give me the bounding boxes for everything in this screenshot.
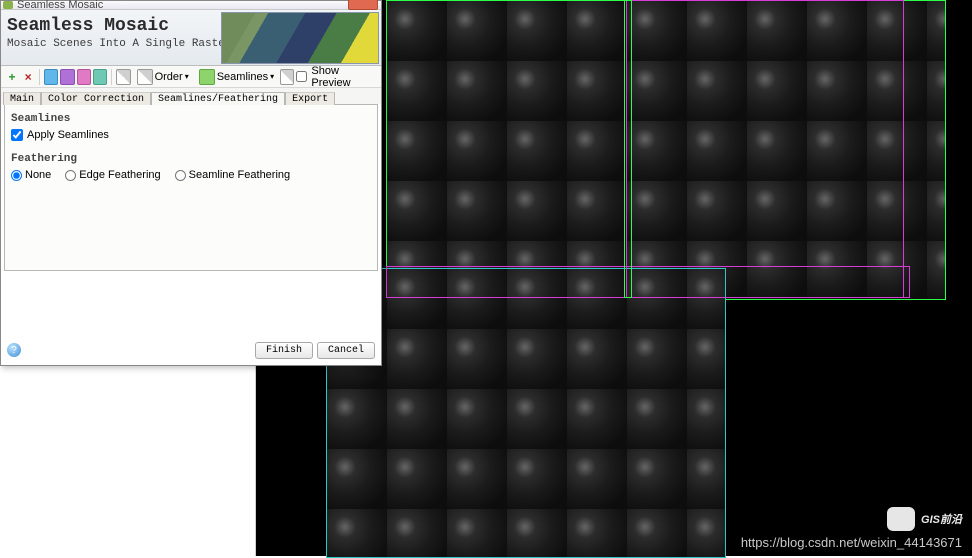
help-icon[interactable]: ? (7, 343, 21, 357)
radio-seamline-row[interactable]: Seamline Feathering (175, 169, 291, 181)
tab-bar: Main Color Correction Seamlines/Featheri… (1, 88, 381, 104)
seamlines-label: Seamlines (217, 71, 268, 83)
seamless-mosaic-dialog: Seamless Mosaic Seamless Mosaic Mosaic S… (0, 0, 382, 366)
seamlines-group-label: Seamlines (11, 113, 371, 125)
toolbar: + × Order ▾ Seamlines ▾ Show Preview (1, 66, 381, 88)
cancel-button[interactable]: Cancel (317, 342, 375, 359)
tab-main[interactable]: Main (3, 92, 41, 105)
left-blank-panel (0, 366, 256, 556)
radio-seamline[interactable] (175, 170, 186, 181)
chevron-down-icon: ▾ (270, 72, 274, 81)
app-icon (3, 1, 13, 9)
apply-seamlines-label: Apply Seamlines (27, 129, 109, 141)
seamlines-dropdown[interactable]: Seamlines ▾ (195, 69, 278, 85)
scene-1 (386, 0, 946, 300)
feathering-radio-group: None Edge Feathering Seamline Feathering (11, 169, 371, 181)
tab-seamlines-feathering[interactable]: Seamlines/Feathering (151, 92, 285, 105)
seamlines-icon (199, 69, 215, 85)
toolbar-separator (111, 69, 112, 85)
select-inverse-icon[interactable] (60, 69, 74, 85)
radio-none[interactable] (11, 170, 22, 181)
wechat-icon (887, 507, 915, 531)
misc-tool-icon[interactable] (280, 69, 294, 85)
radio-edge-row[interactable]: Edge Feathering (65, 169, 160, 181)
dialog-footer: ? Finish Cancel (1, 339, 381, 361)
select-intersect-icon[interactable] (93, 69, 107, 85)
radio-edge-label: Edge Feathering (79, 169, 160, 181)
apply-seamlines-row[interactable]: Apply Seamlines (11, 129, 371, 141)
watermark: GIS前沿 https://blog.csdn.net/weixin_44143… (741, 507, 962, 550)
feathering-group-label: Feathering (11, 153, 371, 165)
select-union-icon[interactable] (77, 69, 91, 85)
watermark-url: https://blog.csdn.net/weixin_44143671 (741, 535, 962, 550)
banner-thumbnail (221, 12, 379, 64)
order-icon (137, 69, 153, 85)
scene-2 (326, 268, 726, 558)
radio-none-label: None (25, 169, 51, 181)
add-icon[interactable]: + (5, 69, 19, 85)
select-all-icon[interactable] (44, 69, 58, 85)
show-preview-checkbox[interactable] (296, 71, 307, 82)
chevron-down-icon: ▾ (185, 72, 189, 81)
radio-seamline-label: Seamline Feathering (189, 169, 291, 181)
close-icon[interactable] (348, 0, 378, 10)
tab-export[interactable]: Export (285, 92, 335, 105)
seamlines-feathering-panel: Seamlines Apply Seamlines Feathering Non… (4, 104, 378, 271)
finish-button[interactable]: Finish (255, 342, 313, 359)
radio-edge[interactable] (65, 170, 76, 181)
show-preview-toggle[interactable]: Show Preview (296, 65, 371, 89)
toolbar-separator (39, 69, 40, 85)
remove-icon[interactable]: × (21, 69, 35, 85)
titlebar[interactable]: Seamless Mosaic (1, 1, 381, 10)
banner: Seamless Mosaic Mosaic Scenes Into A Sin… (1, 10, 381, 66)
copy-icon[interactable] (116, 69, 130, 85)
tab-color-correction[interactable]: Color Correction (41, 92, 151, 105)
show-preview-label: Show Preview (311, 65, 371, 89)
order-label: Order (155, 71, 183, 83)
watermark-text: GIS前沿 (921, 511, 962, 527)
order-dropdown[interactable]: Order ▾ (133, 69, 193, 85)
apply-seamlines-checkbox[interactable] (11, 129, 23, 141)
radio-none-row[interactable]: None (11, 169, 51, 181)
